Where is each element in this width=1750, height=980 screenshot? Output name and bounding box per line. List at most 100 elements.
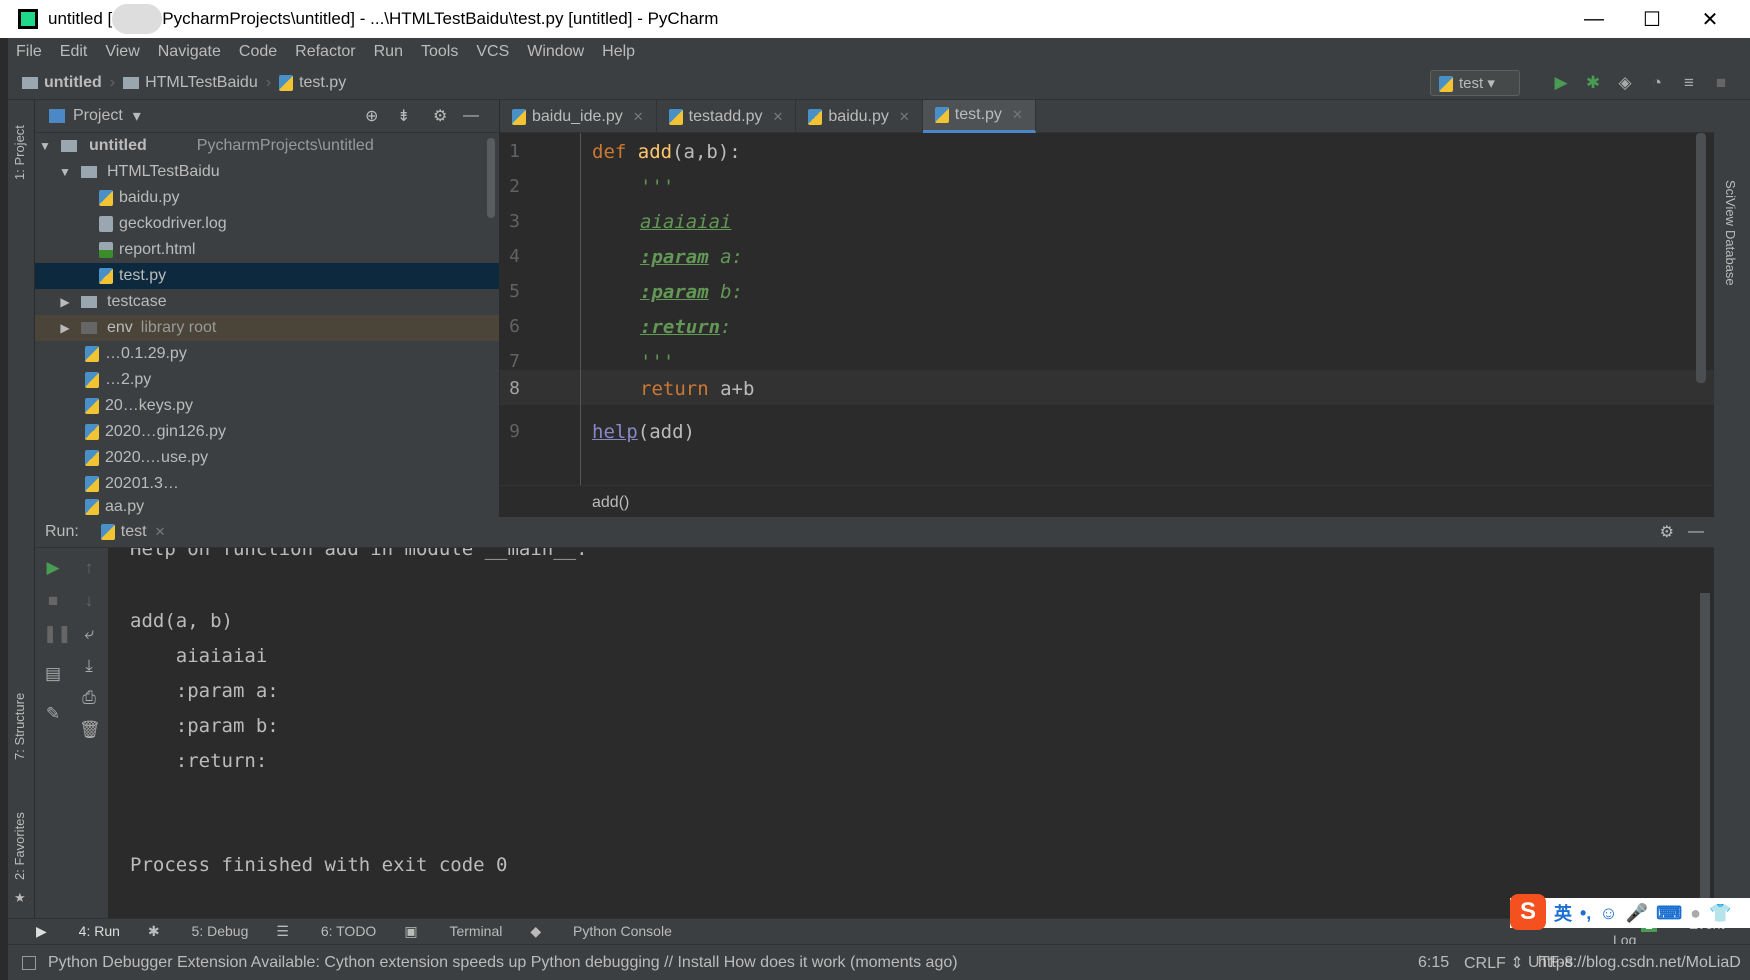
close-tab-icon[interactable]: ✕ <box>633 109 644 125</box>
close-tab-icon[interactable]: ✕ <box>1012 107 1023 123</box>
database-tool-button[interactable]: Database <box>1723 230 1738 286</box>
tree-item-file[interactable]: …2.py <box>35 367 499 393</box>
skin-icon[interactable]: 👕 <box>1709 903 1731 924</box>
breadcrumb-test-py[interactable]: test.py <box>299 74 346 92</box>
caret-position[interactable]: 6:15 <box>1418 954 1449 972</box>
gear-icon[interactable]: ⚙ <box>1660 522 1674 542</box>
menu-edit[interactable]: Edit <box>60 43 88 61</box>
close-tab-icon[interactable]: ✕ <box>772 109 783 125</box>
tree-item-file[interactable]: 2020…gin126.py <box>35 419 499 445</box>
run-console-output[interactable]: Help on function add in module __main__:… <box>108 548 1714 918</box>
tree-item-file[interactable]: 2020.…use.py <box>35 445 499 471</box>
tree-item-untitled[interactable]: ▼ untitled PycharmProjects\untitled <box>35 133 499 159</box>
microphone-icon[interactable]: 🎤 <box>1626 903 1648 924</box>
line-separator[interactable]: CRLF ⇕ <box>1464 953 1524 973</box>
line-number: 2 <box>509 176 520 197</box>
menu-code[interactable]: Code <box>239 43 277 61</box>
run-tab-test[interactable]: test <box>121 523 147 541</box>
run-config-dropdown[interactable]: test ▾ <box>1430 70 1520 96</box>
menu-view[interactable]: View <box>105 43 139 61</box>
concurrency-icon[interactable]: ≡ <box>1680 74 1698 92</box>
close-tab-icon[interactable]: ✕ <box>155 524 166 540</box>
tree-item-testcase[interactable]: ▶ testcase <box>35 289 499 315</box>
tree-item-baidu-py[interactable]: baidu.py <box>35 185 499 211</box>
menu-vcs[interactable]: VCS <box>476 43 509 61</box>
pause-icon[interactable]: ❚❚ <box>43 624 72 644</box>
layout-icon[interactable]: ▤ <box>43 664 63 684</box>
menu-run[interactable]: Run <box>374 43 403 61</box>
menu-navigate[interactable]: Navigate <box>158 43 221 61</box>
debug-icon[interactable]: ✱ <box>1584 74 1602 92</box>
code-editor[interactable]: 1 2 3 4 5 6 7 8 9 def add(a,b): ''' aiai… <box>500 133 1714 485</box>
minimize-button[interactable]: — <box>1565 0 1623 38</box>
tool-debug[interactable]: ✱ 5: Debug <box>148 923 248 940</box>
run-icon[interactable]: ▶ <box>1552 74 1570 92</box>
tree-lib-hint: library root <box>140 319 217 336</box>
menu-refactor[interactable]: Refactor <box>295 43 355 61</box>
up-icon[interactable]: ↑ <box>79 558 99 578</box>
close-button[interactable]: ✕ <box>1681 0 1739 38</box>
project-view-dropdown[interactable]: Project <box>73 107 123 125</box>
menu-file[interactable]: File <box>16 43 42 61</box>
structure-tool-button[interactable]: 7: Structure <box>12 693 27 760</box>
editor-breadcrumb[interactable]: add() <box>500 485 1714 517</box>
user-icon[interactable]: ● <box>1690 903 1701 924</box>
project-scrollbar[interactable] <box>487 138 495 218</box>
tree-item-venv[interactable]: ▶ env library root <box>35 315 499 341</box>
breadcrumb-untitled[interactable]: untitled <box>44 74 102 92</box>
editor-scrollbar[interactable] <box>1696 133 1706 383</box>
maximize-button[interactable]: ☐ <box>1623 0 1681 38</box>
scroll-to-end-icon[interactable]: ⤓ <box>79 656 99 676</box>
stop-icon[interactable]: ■ <box>43 591 63 611</box>
tab-test-py[interactable]: test.py ✕ <box>922 100 1036 133</box>
menu-help[interactable]: Help <box>602 43 635 61</box>
tree-item-htmltestbaidu[interactable]: ▼ HTMLTestBaidu <box>35 159 499 185</box>
punctuation-icon[interactable]: •, <box>1580 903 1591 924</box>
tree-item-file[interactable]: …0.1.29.py <box>35 341 499 367</box>
tree-item-file[interactable]: 20201.3… <box>35 471 499 497</box>
coverage-icon[interactable]: ◈ <box>1616 74 1634 92</box>
menu-window[interactable]: Window <box>527 43 584 61</box>
tool-terminal[interactable]: ▣ Terminal <box>404 923 502 940</box>
tree-label: report.html <box>119 241 196 258</box>
tree-item-report-html[interactable]: report.html <box>35 237 499 263</box>
sciview-tool-button[interactable]: SciView <box>1723 180 1738 226</box>
gear-icon[interactable]: ⚙ <box>433 106 447 126</box>
tool-python-console[interactable]: ◆ Python Console <box>530 923 672 940</box>
soft-wrap-icon[interactable]: ⤶ <box>79 624 99 644</box>
hide-icon[interactable]: — <box>1688 523 1704 541</box>
tab-baidu-py[interactable]: baidu.py ✕ <box>796 100 923 133</box>
tab-testadd-py[interactable]: testadd.py ✕ <box>657 100 797 133</box>
ime-toolbar[interactable]: S 英 •, ☺ 🎤 ⌨ ● 👕 <box>1510 894 1750 930</box>
menu-tools[interactable]: Tools <box>421 43 458 61</box>
down-icon[interactable]: ↓ <box>79 591 99 611</box>
tool-run[interactable]: ▶ 4: Run <box>36 923 120 940</box>
project-tool-button[interactable]: 1: Project <box>12 125 27 180</box>
tree-item-file[interactable]: 20…keys.py <box>35 393 499 419</box>
close-tab-icon[interactable]: ✕ <box>899 109 910 125</box>
project-panel: Project ▾ ⊕ ⇟ ⚙ — ▼ untitled PycharmProject… <box>35 100 499 517</box>
toggle-tool-windows-icon[interactable] <box>22 955 36 970</box>
emoji-icon[interactable]: ☺ <box>1599 903 1617 924</box>
rerun-icon[interactable]: ▶ <box>43 558 63 578</box>
tab-baidu-ide-py[interactable]: baidu_ide.py ✕ <box>500 100 657 133</box>
collapse-all-icon[interactable]: ⇟ <box>397 106 410 126</box>
ime-mode[interactable]: 英 <box>1554 900 1572 926</box>
tree-item-geckodriver-log[interactable]: geckodriver.log <box>35 211 499 237</box>
locate-icon[interactable]: ⊕ <box>365 106 378 126</box>
status-message[interactable]: Python Debugger Extension Available: Cyt… <box>48 954 958 972</box>
tool-todo[interactable]: ☰ 6: TODO <box>276 923 376 940</box>
pin-icon[interactable]: ✎ <box>43 704 63 724</box>
console-scrollbar[interactable] <box>1700 593 1710 913</box>
stop-icon[interactable]: ■ <box>1712 74 1730 92</box>
tree-item-aa-py[interactable]: aa.py <box>35 497 499 517</box>
keyboard-icon[interactable]: ⌨ <box>1656 903 1682 924</box>
tree-item-test-py[interactable]: test.py <box>35 263 499 289</box>
profile-icon[interactable]: ◔ <box>1648 74 1666 92</box>
hide-icon[interactable]: — <box>463 107 479 125</box>
trash-icon[interactable]: 🗑 <box>79 720 101 740</box>
favorites-tool-button[interactable]: 2: Favorites <box>12 812 27 880</box>
print-icon[interactable]: ⎙ <box>79 688 99 708</box>
output-line: :param a: <box>130 680 279 702</box>
breadcrumb-htmltestbaidu[interactable]: HTMLTestBaidu <box>145 74 258 92</box>
